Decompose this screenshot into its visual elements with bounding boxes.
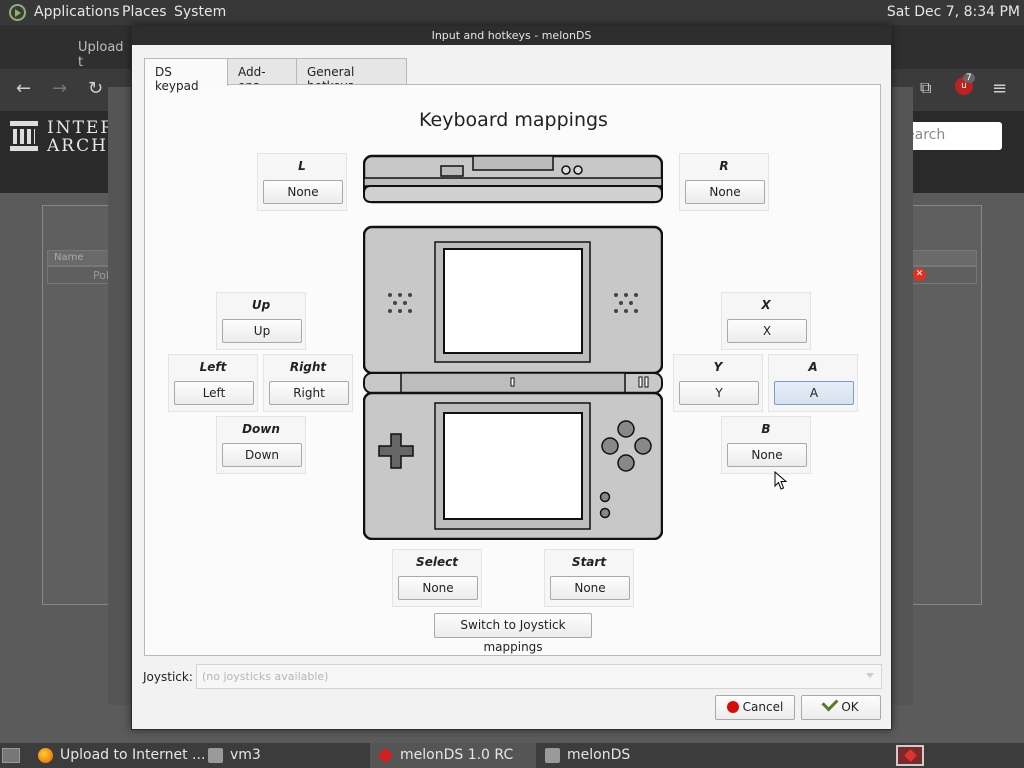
taskbar-item-label: melonDS 1.0 RC — [400, 747, 514, 763]
distro-logo-icon[interactable] — [9, 4, 26, 21]
internet-archive-logo-icon[interactable] — [10, 121, 38, 151]
mapping-a: A A — [768, 354, 858, 412]
taskbar-item-melonds-folder[interactable]: melonDS — [537, 743, 707, 768]
a-key-button[interactable]: A — [774, 381, 854, 405]
mapping-label: R — [719, 159, 729, 173]
mapping-right: Right Right — [263, 354, 353, 412]
mapping-label: A — [808, 360, 818, 374]
mapping-l: L None — [257, 153, 347, 211]
system-menu[interactable]: System — [174, 4, 226, 20]
joystick-label: Joystick: — [143, 670, 193, 684]
mapping-y: Y Y — [673, 354, 763, 412]
x-key-button[interactable]: X — [727, 319, 807, 343]
start-key-button[interactable]: None — [550, 576, 630, 600]
joystick-select-value: (no joysticks available) — [202, 670, 329, 683]
show-desktop-icon[interactable] — [2, 748, 20, 763]
dialog-titlebar[interactable]: Input and hotkeys - melonDS — [132, 26, 891, 45]
right-key-button[interactable]: Right — [269, 381, 349, 405]
chevron-down-icon — [866, 673, 874, 678]
taskbar-item-vm3[interactable]: vm3 — [200, 743, 368, 768]
mapping-label: Start — [571, 555, 607, 569]
taskbar-item-browser[interactable]: Upload to Internet ... — [30, 743, 205, 768]
top-panel: Applications Places System Sat Dec 7, 8:… — [0, 0, 1024, 25]
l-key-button[interactable]: None — [263, 180, 343, 204]
firefox-icon — [38, 748, 53, 763]
back-icon[interactable]: ← — [16, 78, 31, 99]
folder-icon — [208, 748, 223, 763]
mapping-up: Up Up — [216, 292, 306, 350]
b-key-button[interactable]: None — [727, 443, 807, 467]
bottom-taskbar: Upload to Internet ... vm3 melonDS 1.0 R… — [0, 743, 1024, 768]
mapping-x: X X — [721, 292, 811, 350]
places-menu[interactable]: Places — [122, 4, 167, 20]
tab-ds-keypad[interactable]: DS keypad — [144, 58, 228, 93]
mapping-label: B — [761, 422, 771, 436]
cancel-button-label: Cancel — [742, 700, 784, 714]
extension-badge: 7 — [963, 73, 975, 83]
mapping-label: Y — [713, 360, 723, 374]
mouse-cursor-icon — [774, 471, 788, 490]
ds-keypad-panel: Keyboard mappings L None R None Up Up Le… — [144, 84, 881, 656]
browser-tab[interactable]: Upload t — [48, 31, 128, 70]
mapping-label: Select — [416, 555, 458, 569]
remove-file-icon[interactable]: ✕ — [913, 268, 926, 281]
nintendo-ds-illustration — [363, 154, 663, 540]
cancel-icon — [726, 701, 739, 713]
cancel-button[interactable]: Cancel — [715, 695, 795, 720]
tab-title: Upload t — [78, 40, 124, 70]
forward-icon[interactable]: → — [52, 78, 67, 99]
folder-icon — [545, 748, 560, 763]
r-key-button[interactable]: None — [685, 180, 765, 204]
mapping-label: Left — [199, 360, 227, 374]
clock[interactable]: Sat Dec 7, 8:34 PM — [887, 4, 1020, 20]
ok-button[interactable]: OK — [801, 694, 881, 720]
switch-to-joystick-button[interactable]: Switch to Joystick mappings — [434, 613, 592, 654]
taskbar-item-label: vm3 — [230, 747, 261, 763]
mapping-label: X — [761, 298, 771, 312]
mapping-down: Down Down — [216, 416, 306, 474]
mapping-select: Select None — [392, 549, 482, 607]
search-input[interactable]: earch — [898, 122, 1002, 150]
mapping-start: Start None — [544, 549, 634, 607]
taskbar-item-label: melonDS — [567, 747, 631, 763]
input-hotkeys-dialog: Input and hotkeys - melonDS DS keypad Ad… — [131, 25, 892, 730]
mapping-r: R None — [679, 153, 769, 211]
mapping-label: Down — [242, 422, 280, 436]
mapping-label: Right — [289, 360, 327, 374]
keyboard-mappings-heading: Keyboard mappings — [419, 109, 608, 131]
melonds-tray-icon[interactable] — [896, 745, 924, 766]
mapping-left: Left Left — [168, 354, 258, 412]
reload-icon[interactable]: ↻ — [88, 78, 103, 99]
melonds-icon — [377, 747, 394, 764]
hamburger-menu-icon[interactable]: ≡ — [992, 78, 1007, 99]
y-key-button[interactable]: Y — [679, 381, 759, 405]
applications-menu[interactable]: Applications — [34, 4, 120, 20]
mapping-label: Up — [251, 298, 271, 312]
left-key-button[interactable]: Left — [174, 381, 254, 405]
mapping-label: L — [298, 159, 306, 173]
extensions-icon[interactable]: ⧉ — [920, 78, 931, 98]
taskbar-item-melonds-rc[interactable]: melonDS 1.0 RC — [370, 743, 536, 768]
tab-general-hotkeys[interactable]: General hotkeys — [296, 58, 407, 93]
checkmark-icon — [821, 694, 839, 712]
up-key-button[interactable]: Up — [222, 319, 302, 343]
tab-add-ons[interactable]: Add-ons — [227, 58, 297, 93]
joystick-select[interactable]: (no joysticks available) — [196, 664, 882, 689]
select-key-button[interactable]: None — [398, 576, 478, 600]
taskbar-item-label: Upload to Internet ... — [60, 747, 206, 763]
ok-button-label: OK — [841, 700, 859, 714]
down-key-button[interactable]: Down — [222, 443, 302, 467]
mapping-b: B None — [721, 416, 811, 474]
